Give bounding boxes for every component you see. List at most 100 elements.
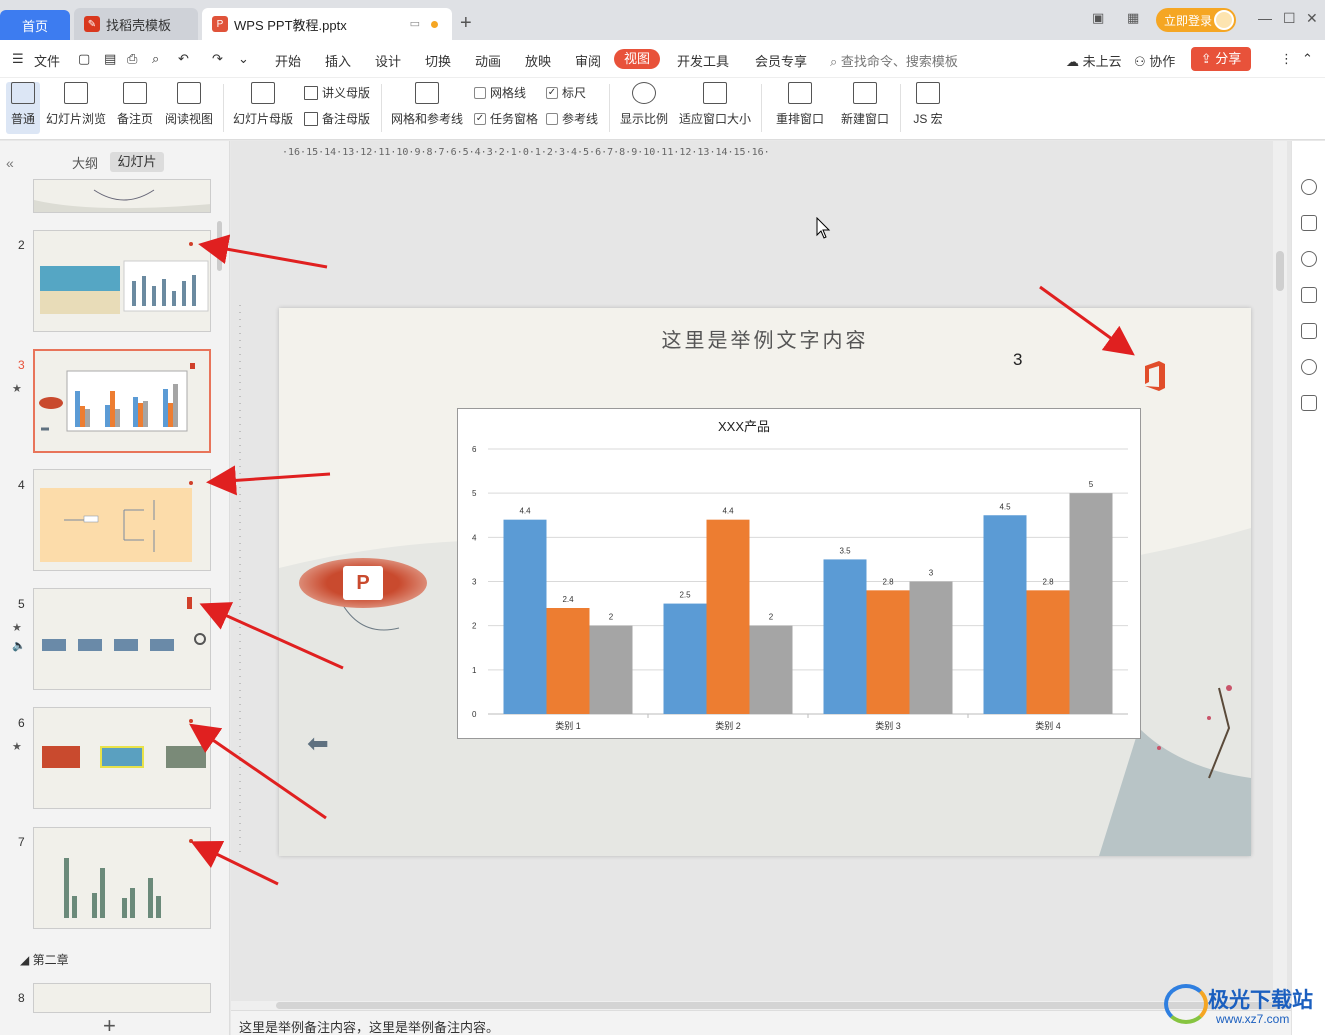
fit-window-button[interactable]: 适应窗口大小 — [676, 82, 754, 127]
slide-thumbnail-5[interactable] — [33, 588, 211, 690]
tab-home[interactable]: 首页 — [0, 10, 70, 40]
layout-icon[interactable]: ▣ — [1092, 10, 1104, 26]
slide-thumbnail-1[interactable] — [33, 179, 211, 213]
rocket-icon[interactable] — [1301, 179, 1317, 195]
collapse-panel-icon[interactable]: « — [6, 155, 14, 171]
horizontal-ruler[interactable]: ·16·15·14·13·12·11·10·9·8·7·6·5·4·3·2·1·… — [282, 147, 1250, 159]
handout-master-button[interactable]: 讲义母版 — [304, 84, 370, 101]
grid-guides-button[interactable]: 网格和参考线 — [388, 82, 466, 127]
guides-checkbox[interactable]: 参考线 — [546, 110, 598, 127]
slide-sorter-button[interactable]: 幻灯片浏览 — [44, 82, 108, 127]
notes-text[interactable]: 这里是举例备注内容，这里是举例备注内容。 — [239, 1020, 499, 1035]
zoom-button[interactable]: 显示比例 — [616, 82, 672, 127]
menu-member[interactable]: 会员专享 — [755, 51, 807, 70]
menu-transition[interactable]: 切换 — [425, 51, 451, 70]
slide-sorter-label: 幻灯片浏览 — [45, 112, 106, 126]
vertical-scrollbar[interactable] — [1273, 141, 1287, 1001]
chart[interactable]: XXX产品 0 1 2 3 4 5 6 4.4 2.4 2 类别 1 2.5 4.4 2 类别 2 3.5 2.… — [457, 408, 1141, 739]
slide-thumbnail-6[interactable] — [33, 707, 211, 809]
horizontal-scrollbar[interactable] — [231, 1001, 1291, 1010]
chart-y-tick-label: 1 — [472, 666, 477, 675]
tab-slides[interactable]: 幻灯片 — [110, 152, 164, 172]
task-pane-checkbox[interactable]: ✓ 任务窗格 — [474, 110, 538, 127]
settings-sliders-icon[interactable] — [1301, 215, 1317, 231]
share-button[interactable]: ⇪ 分享 — [1191, 47, 1251, 71]
gridlines-check — [474, 86, 486, 99]
vertical-scroll-thumb[interactable] — [1276, 251, 1284, 291]
menu-slideshow[interactable]: 放映 — [525, 51, 551, 70]
chevron-down-icon[interactable]: ⌄ — [238, 51, 249, 67]
menu-insert[interactable]: 插入 — [325, 51, 351, 70]
slide-thumbnail-2[interactable] — [33, 230, 211, 332]
horizontal-scroll-thumb[interactable] — [276, 1002, 1291, 1009]
slide-number-text[interactable]: 3 — [1013, 350, 1022, 370]
chapter-section[interactable]: ◢ 第二章 — [20, 951, 69, 968]
new-tab-button[interactable]: + — [460, 12, 472, 35]
notes-master-button[interactable]: 备注母版 — [304, 110, 370, 127]
slide-thumbnail-3[interactable] — [33, 349, 211, 453]
collapse-ribbon-icon[interactable]: ⌃ — [1302, 51, 1313, 67]
tab-outline[interactable]: 大纲 — [72, 153, 98, 172]
ribbon-divider — [609, 84, 610, 132]
transition-icon[interactable] — [1301, 287, 1317, 303]
export-pdf-icon[interactable]: ▤ — [104, 51, 116, 67]
book-reader-icon[interactable] — [1301, 395, 1317, 411]
maximize-icon[interactable]: ☐ — [1283, 10, 1296, 27]
image-tools-icon[interactable] — [1301, 323, 1317, 339]
menu-home[interactable]: 开始 — [275, 51, 301, 70]
star-icon[interactable] — [1301, 251, 1317, 267]
new-window-label: 新建窗口 — [840, 112, 889, 126]
login-button[interactable]: 立即登录 — [1156, 8, 1236, 32]
collab-button[interactable]: ⚇ 协作 — [1134, 51, 1175, 70]
back-arrow-icon[interactable]: ⬅ — [307, 728, 329, 759]
slide-title[interactable]: 这里是举例文字内容 — [279, 324, 1251, 353]
slide-5-preview — [42, 597, 206, 651]
notes-pane[interactable]: 这里是举例备注内容，这里是举例备注内容。 — [231, 1010, 1291, 1035]
menu-animation[interactable]: 动画 — [475, 51, 501, 70]
new-window-button[interactable]: 新建窗口 — [836, 82, 894, 127]
gridlines-checkbox[interactable]: 网格线 — [474, 84, 526, 101]
js-macro-button[interactable]: JS 宏 — [906, 82, 950, 127]
more-icon[interactable]: ⋮ — [1280, 51, 1293, 67]
reading-view-button[interactable]: 阅读视图 — [162, 82, 216, 127]
slide-thumbnail-8[interactable] — [33, 983, 211, 1013]
menu-developer[interactable]: 开发工具 — [677, 51, 729, 70]
chapter-label: 第二章 — [32, 953, 69, 967]
slide-thumbnail-4[interactable] — [33, 469, 211, 571]
search-command[interactable]: ⌕ 查找命令、搜索模板 — [830, 51, 958, 70]
menu-file[interactable]: 文件 — [34, 51, 60, 70]
slide-master-button[interactable]: 幻灯片母版 — [230, 82, 296, 127]
zoom-icon — [632, 82, 656, 104]
tab-template[interactable]: ✎ 找稻壳模板 — [74, 8, 198, 40]
add-slide-button[interactable]: + — [103, 1013, 116, 1035]
tab-document[interactable]: P WPS PPT教程.pptx ▭ — [202, 8, 452, 40]
close-icon[interactable]: ✕ — [1306, 10, 1318, 27]
animation-star-icon: ★ — [12, 741, 22, 753]
print-icon[interactable]: ⎙ — [127, 51, 137, 67]
cloud-status[interactable]: ☁ 未上云 — [1066, 51, 1122, 70]
panel-scrollbar[interactable] — [217, 221, 222, 271]
minimize-icon[interactable]: — — [1258, 10, 1272, 26]
menu-view[interactable]: 视图 — [614, 49, 660, 69]
chart-bar — [1069, 493, 1113, 714]
arrange-window-button[interactable]: 重排窗口 — [768, 82, 832, 127]
menu-review[interactable]: 审阅 — [575, 51, 601, 70]
grid-apps-icon[interactable]: ▦ — [1127, 10, 1139, 26]
lightning-icon[interactable] — [1301, 359, 1317, 375]
normal-view-button[interactable]: 普通 — [6, 82, 40, 134]
ruler-checkbox[interactable]: ✓ 标尺 — [546, 84, 586, 101]
redo-icon[interactable]: ↷ — [212, 51, 223, 67]
undo-icon[interactable]: ↶ — [178, 51, 189, 67]
slide-canvas[interactable]: 这里是举例文字内容 3 P ⬅ XXX产品 0 1 2 3 4 5 6 4.4 2.4 2 类别 1… — [279, 308, 1251, 856]
save-icon[interactable]: ▢ — [78, 51, 90, 67]
print-preview-icon[interactable]: ⌕ — [152, 51, 159, 67]
slide-thumbnail-7[interactable] — [33, 827, 211, 929]
hamburger-icon[interactable]: ☰ — [12, 51, 24, 67]
powerpoint-logo[interactable]: P — [299, 558, 427, 608]
notes-page-button[interactable]: 备注页 — [114, 82, 156, 127]
fit-window-label: 适应窗口大小 — [678, 112, 751, 126]
monitor-icon[interactable]: ▭ — [410, 17, 420, 30]
bar-chart: XXX产品 0 1 2 3 4 5 6 4.4 2.4 2 类别 1 2.5 4.4 2 类别 2 3.5 2.… — [472, 419, 1128, 731]
vertical-ruler[interactable] — [234, 305, 246, 855]
menu-design[interactable]: 设计 — [375, 51, 401, 70]
